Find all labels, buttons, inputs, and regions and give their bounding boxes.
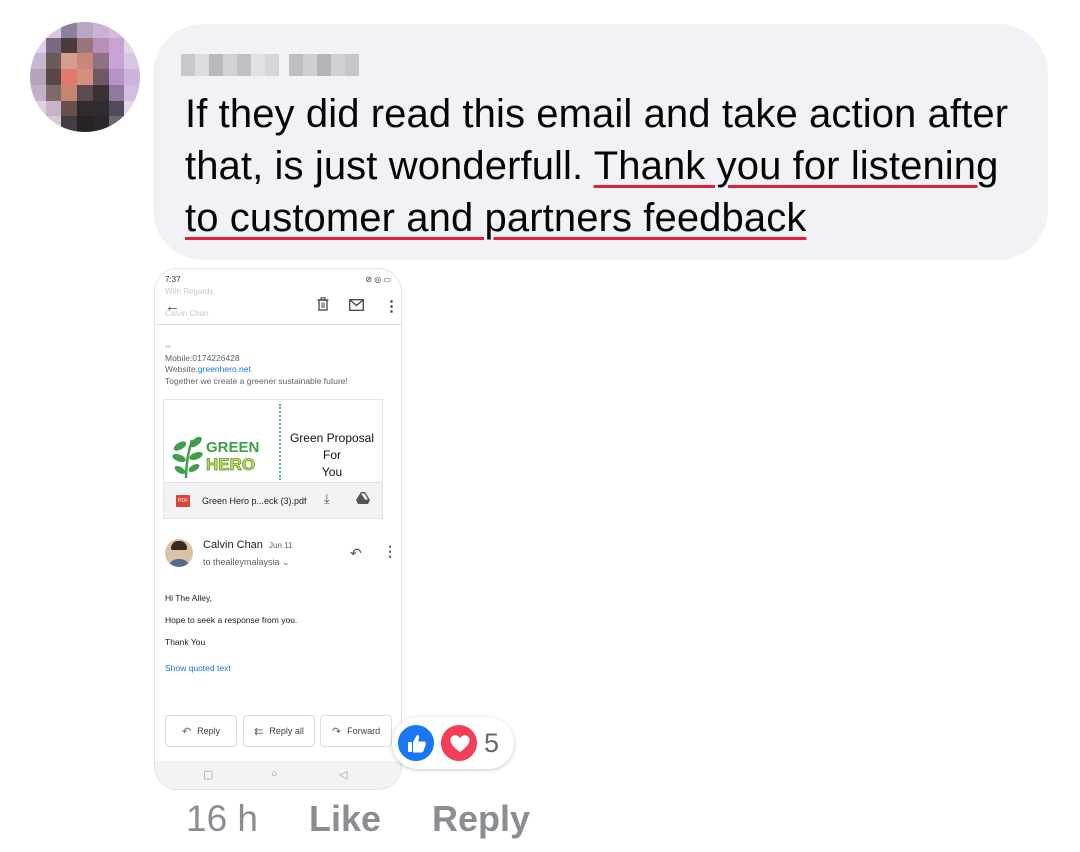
trash-icon[interactable] — [317, 297, 329, 317]
body-line-2: Thank You — [165, 637, 206, 647]
like-action[interactable]: Like — [309, 798, 381, 840]
status-time: 7:37 — [165, 275, 181, 284]
logo-text-hero: HERO — [206, 455, 255, 474]
reply-all-button[interactable]: ⇇ Reply all — [243, 715, 315, 747]
attached-screenshot[interactable]: 7:37 ⊘ ◎ ▭ With Regards Calvin Chan ← ⋮ … — [154, 268, 402, 790]
forward-button[interactable]: ↷ Forward — [320, 715, 392, 747]
download-icon[interactable]: ⤓ — [324, 491, 330, 507]
back-arrow-icon[interactable]: ← — [165, 297, 180, 317]
mail-icon[interactable] — [349, 297, 364, 317]
commenter-name-redacted[interactable] — [181, 54, 381, 76]
comment-timestamp[interactable]: 16 h — [186, 798, 258, 840]
signature-tagline: Together we create a greener sustainable… — [165, 375, 348, 386]
proposal-card[interactable]: GREEN HERO Green Proposal For You PDF Gr… — [163, 399, 383, 519]
proposal-line-1: Green Proposal — [289, 431, 375, 445]
attachment-filename[interactable]: Green Hero p...eck (3).pdf — [202, 496, 307, 506]
sender-avatar[interactable] — [165, 539, 193, 567]
reply-all-icon: ⇇ — [254, 725, 264, 738]
reply-button[interactable]: ↶ Reply — [165, 715, 237, 747]
home-icon[interactable]: ○ — [271, 768, 278, 780]
recipient-line[interactable]: to thealleymalaysia ⌄ — [203, 557, 290, 568]
sender-name[interactable]: Calvin Chan — [203, 539, 263, 551]
signature-dash: -- — [165, 341, 171, 351]
comment-text: If they did read this email and take act… — [185, 88, 1035, 244]
forward-button-label: Forward — [347, 726, 381, 736]
proposal-line-3: You — [321, 465, 343, 479]
green-hero-logo: GREEN HERO — [172, 430, 272, 480]
like-icon — [396, 723, 436, 763]
phone-status-bar: 7:37 ⊘ ◎ ▭ — [165, 275, 391, 285]
body-greeting: Hi The Alley, — [165, 593, 212, 603]
recent-apps-icon[interactable]: ▢ — [203, 768, 213, 781]
reply-icon: ↶ — [181, 725, 192, 738]
attachment-bar[interactable]: PDF Green Hero p...eck (3).pdf ⤓ — [164, 482, 382, 518]
love-icon — [439, 723, 479, 763]
email-toolbar: ← ⋮ — [155, 295, 401, 325]
proposal-title: Green Proposal For You — [282, 430, 382, 481]
drive-icon[interactable] — [356, 492, 370, 507]
reaction-count: 5 — [484, 728, 500, 758]
logo-text-green: GREEN — [206, 439, 259, 456]
signature-website-link[interactable]: greenhero.net — [198, 364, 251, 374]
more-vert-icon[interactable]: ⋮ — [384, 297, 399, 317]
signature-mobile: Mobile:0174226428 — [165, 352, 240, 363]
phone-nav-bar: ▢ ○ ◁ — [155, 761, 401, 789]
reply-all-button-label: Reply all — [269, 726, 304, 736]
comment-bubble: If they did read this email and take act… — [153, 24, 1048, 260]
proposal-line-2: For — [323, 448, 341, 462]
reply-icon[interactable]: ↶ — [350, 545, 362, 562]
body-line-1: Hope to seek a response from you. — [165, 615, 298, 625]
message-more-icon[interactable]: ⋮ — [383, 543, 397, 560]
status-icons: ⊘ ◎ ▭ — [365, 275, 391, 284]
reactions-summary[interactable]: 5 — [392, 717, 514, 769]
nav-back-icon[interactable]: ◁ — [339, 768, 347, 781]
sender-date: Jun 11 — [269, 541, 293, 550]
email-signature: -- Mobile:0174226428 Website:greenhero.n… — [165, 341, 348, 387]
signature-website-label: Website: — [165, 364, 198, 374]
commenter-avatar[interactable] — [30, 22, 140, 132]
show-quoted-text-link[interactable]: Show quoted text — [165, 663, 231, 673]
reply-button-label: Reply — [197, 726, 221, 736]
pdf-file-icon: PDF — [176, 495, 190, 507]
reply-action[interactable]: Reply — [432, 798, 530, 840]
forward-icon: ↷ — [331, 725, 342, 738]
card-divider — [279, 404, 281, 480]
